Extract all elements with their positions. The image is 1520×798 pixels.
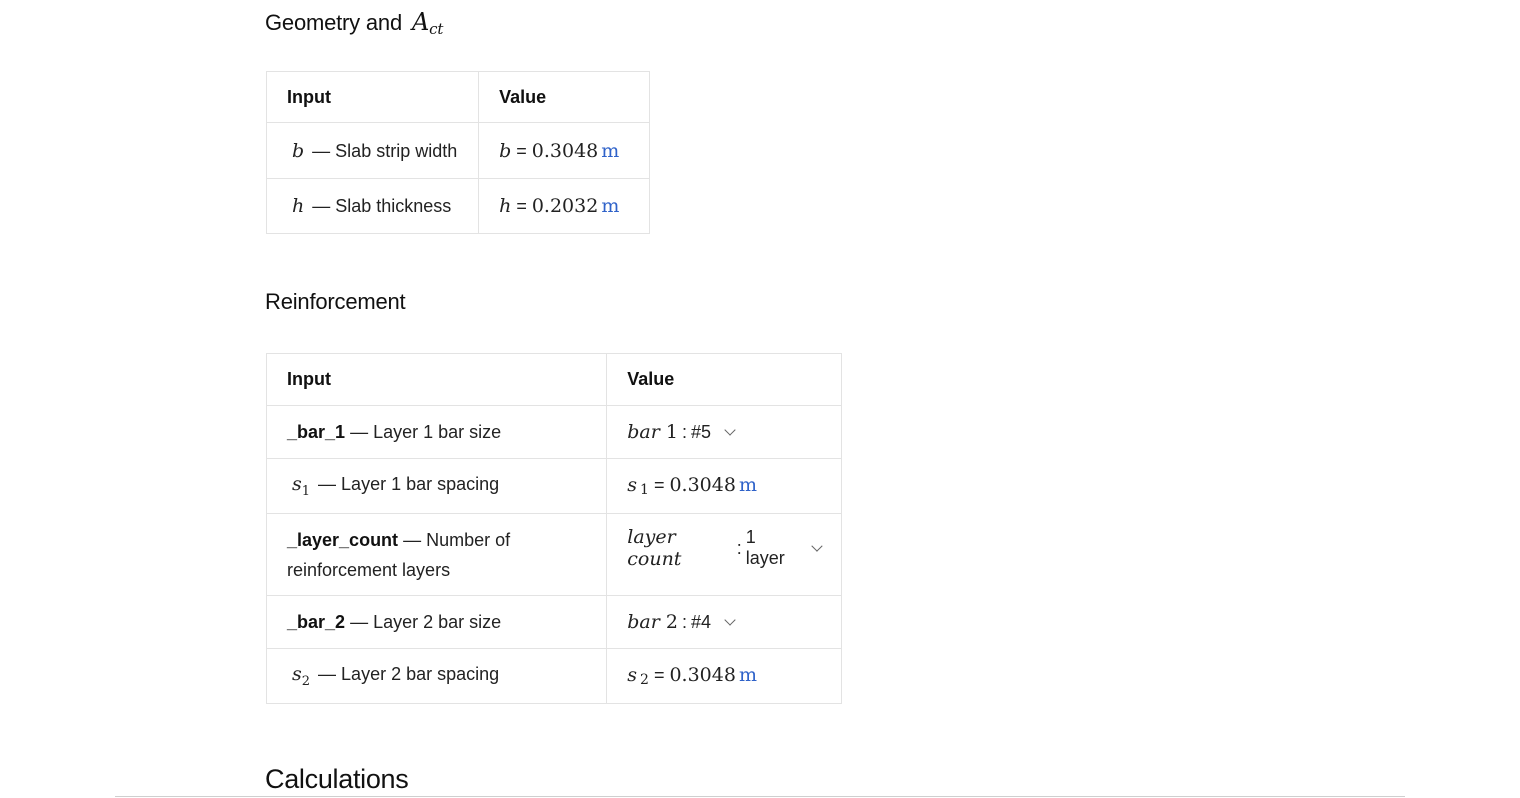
selected-value: #5 [690,421,712,442]
value-symbol: s [627,664,638,686]
input-code-name: _layer_count [287,529,399,550]
divider [115,796,1405,797]
value-symbol: s [627,474,638,496]
selected-value: #4 [690,611,712,632]
value-cell[interactable]: s 1 = 0.3048 m [606,458,842,514]
input-description-continued: reinforcement layers [287,559,451,580]
geometry-heading: Geometry and Act [265,8,443,38]
value-cell[interactable]: s 2 = 0.3048 m [606,648,842,704]
column-header-input: Input [265,71,480,123]
value-cell[interactable]: b = 0.3048 m [478,122,650,179]
table-row: b — Slab strip width b = 0.3048 m [265,122,650,179]
input-description: — Slab thickness [312,196,452,216]
value-number[interactable]: 0.3048 [532,140,598,162]
input-cell: _bar_2 — Layer 2 bar size [265,595,608,649]
input-description: — Layer 1 bar size [350,421,502,442]
value-number[interactable]: 0.3048 [669,474,735,496]
input-cell: s1 — Layer 1 bar spacing [265,458,608,514]
table-row: s2 — Layer 2 bar spacing s 2 = 0.3048 m [265,648,842,704]
input-cell: _layer_count — Number of reinforcement l… [265,513,608,596]
input-description: — Number of [403,529,511,550]
layer-count-select[interactable]: layer count:1 layer [627,526,823,570]
reinforcement-table: Input Value _bar_1 — Layer 1 bar size ba… [265,353,842,704]
input-description: — Layer 1 bar spacing [318,474,500,495]
table-row: h — Slab thickness h = 0.2032 m [265,178,650,234]
input-description: — Slab strip width [312,140,458,161]
symbol-s2: s2 [292,663,311,689]
column-header-value: Value [606,353,842,406]
value-symbol: h [499,195,512,217]
selected-value: 1 layer [745,527,785,568]
value-symbol: b [499,139,512,162]
calculations-heading: Calculations [265,764,409,794]
symbol-s1: s1 [292,473,311,499]
value-number[interactable]: 0.3048 [669,664,735,686]
column-header-input: Input [265,353,608,406]
input-code-name: _bar_2 [287,611,346,632]
chevron-down-icon[interactable] [724,613,736,626]
value-cell: layer count:1 layer [606,513,842,596]
input-cell: _bar_1 — Layer 1 bar size [265,405,608,459]
chevron-down-icon[interactable] [724,423,736,436]
unit-label: m [738,664,757,686]
bar-1-select[interactable]: bar 1: #5 [627,421,736,443]
value-cell[interactable]: h = 0.2032 m [478,178,650,234]
input-description: — Layer 2 bar spacing [318,664,500,685]
table-row: _bar_1 — Layer 1 bar size bar 1: #5 [265,405,842,459]
input-cell: h — Slab thickness [265,178,480,234]
value-number[interactable]: 0.2032 [532,195,598,217]
chevron-down-icon[interactable] [811,539,823,552]
value-cell: bar 2: #4 [606,595,842,649]
reinforcement-heading: Reinforcement [265,289,406,314]
unit-label: m [601,139,620,162]
input-cell: s2 — Layer 2 bar spacing [265,648,608,704]
table-row: _bar_2 — Layer 2 bar size bar 2: #4 [265,595,842,649]
table-row: _layer_count — Number of reinforcement l… [265,513,842,596]
input-cell: b — Slab strip width [265,122,480,179]
table-header-row: Input Value [265,71,650,123]
input-description: — Layer 2 bar size [350,611,502,632]
geometry-table: Input Value b — Slab strip width b = 0.3048… [265,71,650,234]
value-cell: bar 1: #5 [606,405,842,459]
bar-2-select[interactable]: bar 2: #4 [627,611,736,633]
unit-label: m [601,195,620,217]
symbol-h: h [292,195,305,217]
table-header-row: Input Value [265,353,842,406]
symbol-b: b [292,139,305,162]
table-row: s1 — Layer 1 bar spacing s 1 = 0.3048 m [265,458,842,514]
act-math: Act [412,8,444,38]
geometry-heading-text: Geometry and [265,10,403,35]
unit-label: m [738,474,757,496]
column-header-value: Value [478,71,650,123]
input-code-name: _bar_1 [287,421,346,442]
